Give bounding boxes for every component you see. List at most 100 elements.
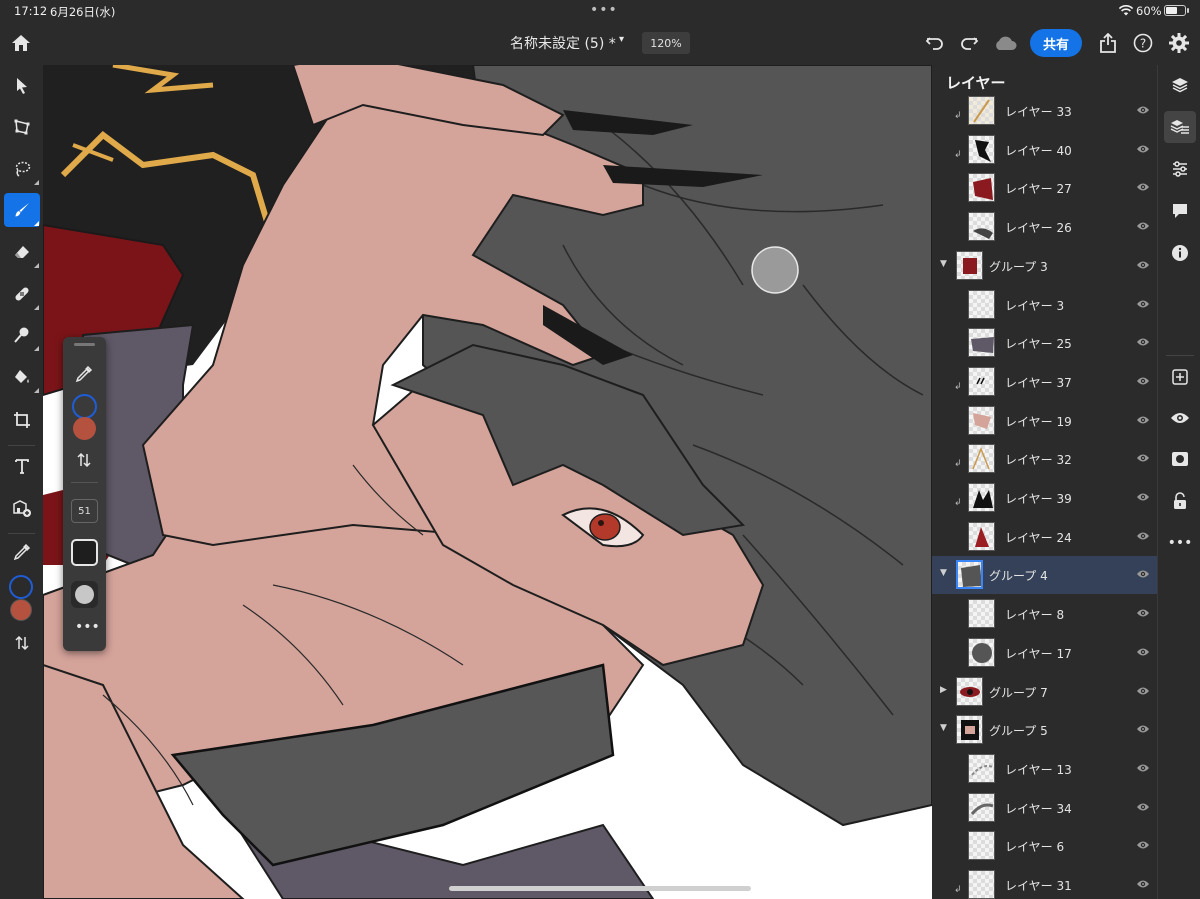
eye-icon[interactable] (1136, 645, 1150, 659)
layer-row[interactable]: レイヤー 13 (932, 750, 1157, 788)
crop-tool[interactable] (4, 403, 40, 437)
panel-background-color[interactable] (73, 417, 96, 440)
artwork (43, 65, 932, 899)
eye-icon[interactable] (1136, 258, 1150, 272)
eye-icon[interactable] (1136, 877, 1150, 891)
right-icon-rail: ••• (1157, 65, 1200, 899)
adjustments-icon[interactable] (1164, 153, 1196, 185)
swap-colors-icon[interactable] (4, 626, 40, 660)
background-color-swatch[interactable] (10, 599, 32, 621)
foreground-color-swatch[interactable] (9, 575, 33, 599)
eye-icon[interactable] (1136, 722, 1150, 736)
eye-icon[interactable] (1136, 180, 1150, 194)
eye-icon[interactable] (1136, 335, 1150, 349)
smudge-tool[interactable] (4, 318, 40, 352)
share-button[interactable]: 共有 (1030, 29, 1082, 57)
lock-icon[interactable] (1164, 485, 1196, 517)
layer-row[interactable]: レイヤー 17 (932, 634, 1157, 672)
add-layer-icon[interactable] (1164, 361, 1196, 393)
layer-thumbnail (968, 328, 995, 358)
eye-icon[interactable] (1136, 451, 1150, 465)
layer-row[interactable]: レイヤー 8 (932, 595, 1157, 633)
eye-icon[interactable] (1136, 838, 1150, 852)
layer-row[interactable]: ↲ レイヤー 39 (932, 479, 1157, 517)
drawing-canvas[interactable] (43, 65, 932, 899)
eye-icon[interactable] (1136, 490, 1150, 504)
settings-icon[interactable] (1167, 31, 1191, 55)
chevron-down-icon[interactable]: ▼ (940, 259, 947, 269)
layer-row[interactable]: レイヤー 34 (932, 789, 1157, 827)
eye-icon[interactable] (1136, 529, 1150, 543)
layer-group-row[interactable]: ▼ グループ 5 (932, 711, 1157, 749)
document-title[interactable]: 名称未設定 (5) * (510, 33, 616, 53)
layer-group-row[interactable]: ▶ グループ 7 (932, 673, 1157, 711)
home-icon[interactable] (10, 32, 32, 54)
chevron-right-icon[interactable]: ▶ (940, 685, 947, 695)
transform-tool[interactable] (4, 110, 40, 144)
layers-icon[interactable] (1164, 69, 1196, 101)
chevron-down-icon[interactable]: ▼ (940, 568, 947, 578)
swap-colors-icon[interactable] (77, 452, 93, 470)
layer-properties-icon[interactable] (1164, 111, 1196, 143)
share-upload-icon[interactable] (1097, 31, 1119, 55)
cloud-icon[interactable] (992, 32, 1018, 54)
layer-row[interactable]: レイヤー 24 (932, 518, 1157, 556)
layer-row[interactable]: レイヤー 26 (932, 208, 1157, 246)
layer-row[interactable]: レイヤー 6 (932, 827, 1157, 865)
fill-tool[interactable] (4, 360, 40, 394)
type-tool[interactable] (4, 449, 40, 483)
zoom-level[interactable]: 120% (642, 32, 690, 54)
eye-icon[interactable] (1136, 606, 1150, 620)
eraser-tool[interactable] (4, 235, 40, 269)
brush-tool[interactable] (4, 193, 40, 227)
more-icon[interactable]: ••• (1164, 527, 1196, 559)
eye-icon[interactable] (1136, 800, 1150, 814)
redo-icon[interactable] (958, 32, 980, 54)
undo-icon[interactable] (924, 32, 946, 54)
eyedropper-tool[interactable] (4, 535, 40, 569)
layer-row[interactable]: ↲ レイヤー 37 (932, 363, 1157, 401)
eye-icon[interactable] (1136, 684, 1150, 698)
chevron-down-icon[interactable]: ▼ (940, 723, 947, 733)
comments-icon[interactable] (1164, 195, 1196, 227)
brush-hardness-swatch[interactable] (71, 539, 98, 566)
more-options-icon[interactable]: ••• (75, 620, 100, 634)
eye-icon[interactable] (1136, 374, 1150, 388)
place-image-tool[interactable] (4, 491, 40, 525)
home-indicator[interactable] (449, 886, 751, 891)
layer-name: レイヤー 40 (1005, 143, 1072, 158)
layer-group-row[interactable]: ▼ グループ 3 (932, 247, 1157, 285)
status-time: 17:12 (14, 4, 48, 18)
layer-row[interactable]: ↲ レイヤー 31 (932, 866, 1157, 899)
eye-icon[interactable] (1136, 567, 1150, 581)
brush-size-field[interactable]: 51 (71, 499, 98, 523)
panel-foreground-color[interactable] (72, 394, 97, 419)
layer-row[interactable]: レイヤー 25 (932, 324, 1157, 362)
lasso-tool[interactable] (4, 152, 40, 186)
eye-icon[interactable] (1136, 219, 1150, 233)
layer-group-row[interactable]: ▼ グループ 4 (932, 556, 1157, 595)
visibility-icon[interactable] (1164, 402, 1196, 434)
eye-icon[interactable] (1136, 297, 1150, 311)
layer-row[interactable]: ↲ レイヤー 33 (932, 92, 1157, 130)
eye-icon[interactable] (1136, 103, 1150, 117)
brush-opacity-swatch[interactable] (71, 581, 98, 608)
info-icon[interactable] (1164, 237, 1196, 269)
mask-icon[interactable] (1164, 443, 1196, 475)
multitasking-dots-icon[interactable]: ••• (590, 2, 618, 18)
layer-row[interactable]: レイヤー 19 (932, 402, 1157, 440)
heal-tool[interactable] (4, 277, 40, 311)
layer-row[interactable]: レイヤー 3 (932, 286, 1157, 324)
eyedropper-icon[interactable] (75, 365, 95, 385)
select-tool[interactable] (4, 69, 40, 103)
eye-icon[interactable] (1136, 413, 1150, 427)
chevron-down-icon[interactable]: ▾ (619, 34, 624, 45)
drag-handle[interactable] (74, 343, 95, 346)
layer-row[interactable]: レイヤー 27 (932, 169, 1157, 207)
help-icon[interactable]: ? (1132, 32, 1154, 54)
eye-icon[interactable] (1136, 142, 1150, 156)
eye-icon[interactable] (1136, 761, 1150, 775)
layer-row[interactable]: ↲ レイヤー 40 (932, 131, 1157, 169)
layer-row[interactable]: ↲ レイヤー 32 (932, 440, 1157, 478)
brush-quick-panel: 51 ••• (63, 337, 106, 651)
